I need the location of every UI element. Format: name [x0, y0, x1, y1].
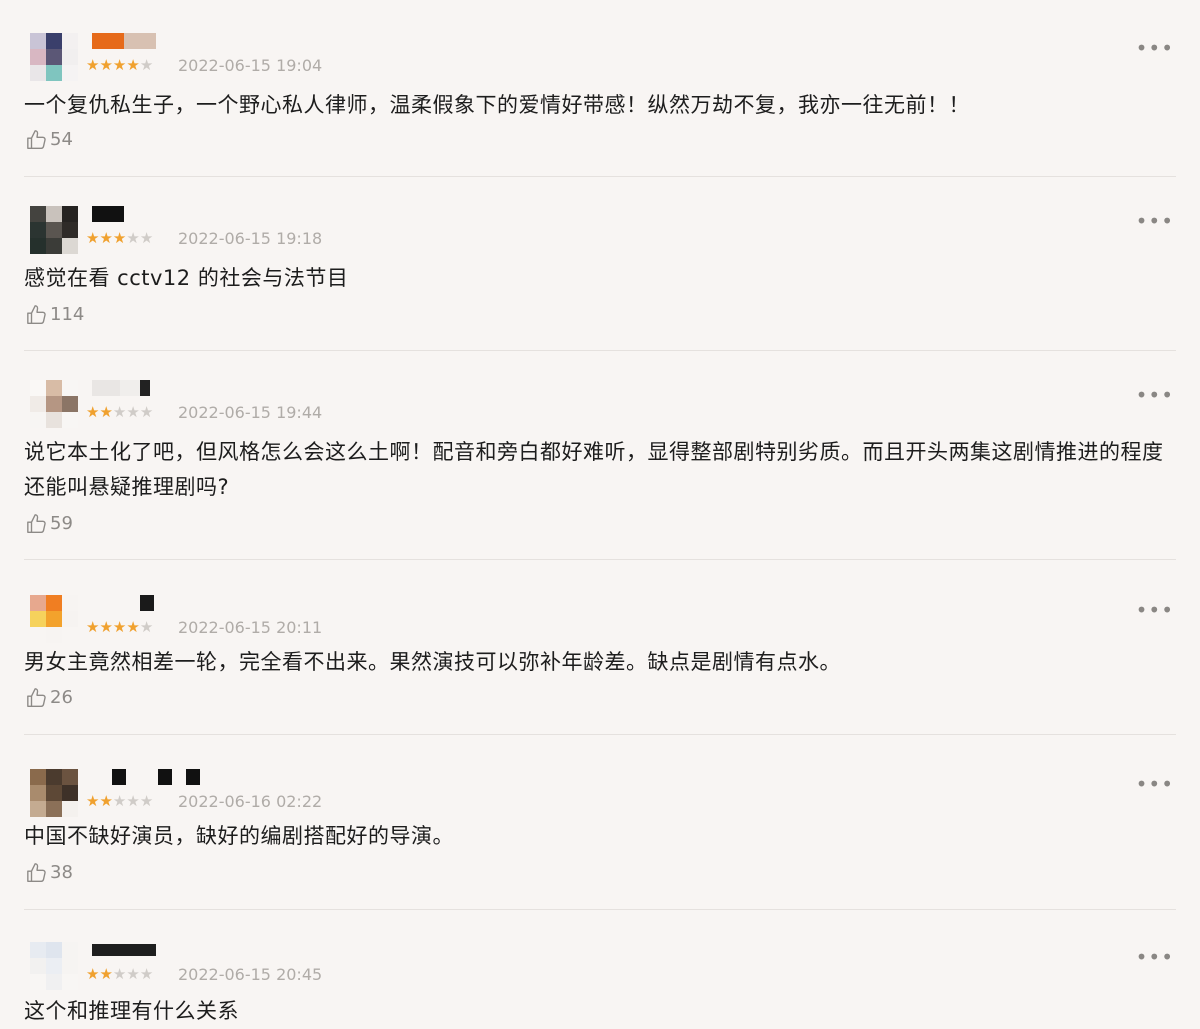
star-icon: ★	[99, 618, 113, 636]
star-icon: ★	[99, 56, 113, 74]
like-count: 54	[50, 129, 73, 150]
star-icon: ★	[112, 403, 127, 421]
review-text: 感觉在看 cctv12 的社会与法节目	[24, 266, 349, 290]
username-pixelated[interactable]	[92, 33, 156, 55]
divider	[24, 350, 1176, 351]
like-button[interactable]: 26	[26, 687, 73, 709]
star-icon: ★	[112, 792, 127, 810]
thumbs-up-icon	[27, 130, 46, 149]
username-pixelated[interactable]	[92, 206, 124, 228]
star-icon: ★	[126, 229, 140, 247]
more-dots-icon[interactable]: •••	[1136, 774, 1174, 794]
divider	[24, 734, 1176, 735]
star-icon: ★	[86, 618, 100, 636]
avatar[interactable]	[30, 33, 78, 81]
review-date: 2022-06-15 19:18	[178, 229, 323, 248]
avatar[interactable]	[30, 206, 78, 254]
more-dots-icon[interactable]: •••	[1136, 38, 1174, 58]
star-icon: ★	[112, 965, 127, 983]
star-icon: ★	[86, 403, 100, 421]
more-dots-icon[interactable]: •••	[1136, 211, 1174, 231]
avatar[interactable]	[30, 595, 78, 643]
divider	[24, 176, 1176, 177]
star-icon: ★	[112, 56, 127, 74]
star-icon: ★	[86, 56, 100, 74]
review-feed: ★★★★★ 2022-06-15 19:04 ••• 一个复仇私生子，一个野心私…	[0, 0, 1200, 1023]
star-icon: ★	[112, 618, 127, 636]
like-count: 38	[50, 862, 73, 883]
username-pixelated[interactable]	[92, 769, 200, 791]
like-button[interactable]: 114	[26, 304, 84, 326]
star-icon: ★	[99, 792, 113, 810]
like-count: 59	[50, 513, 73, 534]
star-icon: ★	[86, 965, 100, 983]
star-icon: ★	[126, 792, 140, 810]
rating-stars: ★★★★★	[86, 404, 153, 420]
star-icon: ★	[126, 965, 140, 983]
star-icon: ★	[139, 403, 154, 421]
review-date: 2022-06-16 02:22	[178, 792, 323, 811]
star-icon: ★	[126, 618, 140, 636]
star-icon: ★	[139, 618, 154, 636]
like-button[interactable]: 59	[26, 513, 73, 535]
divider	[24, 909, 1176, 910]
like-button[interactable]: 38	[26, 862, 73, 884]
review-text: 男女主竟然相差一轮，完全看不出来。果然演技可以弥补年龄差。缺点是剧情有点水。	[24, 650, 841, 674]
thumbs-up-icon	[27, 688, 46, 707]
username-pixelated[interactable]	[92, 595, 154, 617]
rating-stars: ★★★★★	[86, 619, 153, 635]
star-icon: ★	[99, 403, 113, 421]
avatar[interactable]	[30, 769, 78, 817]
more-dots-icon[interactable]: •••	[1136, 385, 1174, 405]
star-icon: ★	[86, 792, 100, 810]
star-icon: ★	[139, 965, 154, 983]
review-text: 说它本土化了吧，但风格怎么会这么土啊！配音和旁白都好难听，显得整部剧特别劣质。而…	[24, 440, 1164, 499]
review-date: 2022-06-15 19:04	[178, 56, 323, 75]
star-icon: ★	[139, 56, 154, 74]
review-text: 这个和推理有什么关系	[24, 999, 239, 1023]
star-icon: ★	[139, 229, 154, 247]
review-text: 一个复仇私生子，一个野心私人律师，温柔假象下的爱情好带感！纵然万劫不复，我亦一往…	[24, 93, 970, 117]
username-pixelated[interactable]	[92, 380, 150, 402]
like-count: 114	[50, 304, 85, 325]
thumbs-up-icon	[27, 305, 46, 324]
thumbs-up-icon	[27, 514, 46, 533]
star-icon: ★	[86, 229, 100, 247]
star-icon: ★	[126, 56, 140, 74]
star-icon: ★	[112, 229, 127, 247]
rating-stars: ★★★★★	[86, 793, 153, 809]
review-date: 2022-06-15 19:44	[178, 403, 323, 422]
star-icon: ★	[99, 229, 113, 247]
rating-stars: ★★★★★	[86, 57, 153, 73]
thumbs-up-icon	[27, 863, 46, 882]
rating-stars: ★★★★★	[86, 230, 153, 246]
star-icon: ★	[99, 965, 113, 983]
star-icon: ★	[126, 403, 140, 421]
review-date: 2022-06-15 20:11	[178, 618, 323, 637]
star-icon: ★	[139, 792, 154, 810]
avatar[interactable]	[30, 942, 78, 990]
avatar[interactable]	[30, 380, 78, 428]
more-dots-icon[interactable]: •••	[1136, 947, 1174, 967]
divider	[24, 559, 1176, 560]
rating-stars: ★★★★★	[86, 966, 153, 982]
more-dots-icon[interactable]: •••	[1136, 600, 1174, 620]
like-count: 26	[50, 687, 73, 708]
username-pixelated[interactable]	[92, 942, 156, 964]
review-text: 中国不缺好演员，缺好的编剧搭配好的导演。	[24, 824, 454, 848]
like-button[interactable]: 54	[26, 129, 73, 151]
review-date: 2022-06-15 20:45	[178, 965, 323, 984]
